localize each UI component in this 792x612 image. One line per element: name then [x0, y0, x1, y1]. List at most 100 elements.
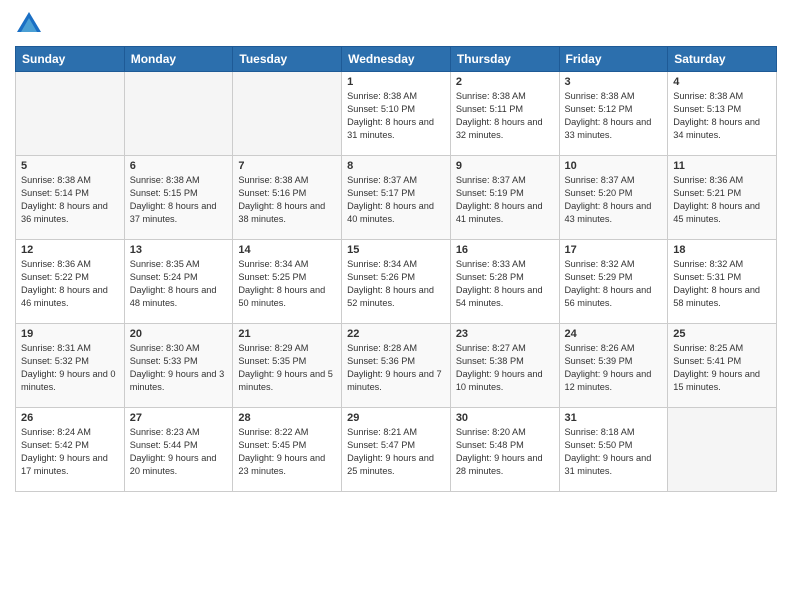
calendar-cell: 11 Sunrise: 8:36 AMSunset: 5:21 PMDayligh…: [668, 156, 777, 240]
day-of-week-header: Saturday: [668, 47, 777, 72]
day-number: 9: [456, 160, 554, 172]
cell-content: Sunrise: 8:38 AMSunset: 5:11 PMDaylight:…: [456, 90, 554, 142]
logo: [15, 10, 47, 38]
calendar-cell: 15 Sunrise: 8:34 AMSunset: 5:26 PMDayligh…: [342, 240, 451, 324]
calendar-cell: 12 Sunrise: 8:36 AMSunset: 5:22 PMDayligh…: [16, 240, 125, 324]
cell-content: Sunrise: 8:36 AMSunset: 5:22 PMDaylight:…: [21, 258, 119, 310]
day-number: 8: [347, 160, 445, 172]
calendar-cell: 28 Sunrise: 8:22 AMSunset: 5:45 PMDayligh…: [233, 408, 342, 492]
day-of-week-header: Wednesday: [342, 47, 451, 72]
day-number: 26: [21, 412, 119, 424]
day-number: 11: [673, 160, 771, 172]
calendar-week-row: 1 Sunrise: 8:38 AMSunset: 5:10 PMDaylight…: [16, 72, 777, 156]
calendar-cell: 8Sunrise: 8:37 AMSunset: 5:17 PMDaylight…: [342, 156, 451, 240]
cell-content: Sunrise: 8:18 AMSunset: 5:50 PMDaylight:…: [565, 426, 663, 478]
cell-content: Sunrise: 8:38 AMSunset: 5:10 PMDaylight:…: [347, 90, 445, 142]
day-of-week-header: Thursday: [450, 47, 559, 72]
day-number: 21: [238, 328, 336, 340]
day-of-week-header: Sunday: [16, 47, 125, 72]
logo-icon: [15, 10, 43, 38]
page: SundayMondayTuesdayWednesdayThursdayFrid…: [0, 0, 792, 612]
calendar-cell: 30Sunrise: 8:20 AMSunset: 5:48 PMDayligh…: [450, 408, 559, 492]
cell-content: Sunrise: 8:26 AMSunset: 5:39 PMDaylight:…: [565, 342, 663, 394]
day-number: 13: [130, 244, 228, 256]
calendar-cell: [668, 408, 777, 492]
cell-content: Sunrise: 8:34 AMSunset: 5:26 PMDaylight:…: [347, 258, 445, 310]
cell-content: Sunrise: 8:25 AMSunset: 5:41 PMDaylight:…: [673, 342, 771, 394]
day-number: 19: [21, 328, 119, 340]
cell-content: Sunrise: 8:36 AMSunset: 5:21 PMDaylight:…: [673, 174, 771, 226]
calendar-cell: [16, 72, 125, 156]
calendar-week-row: 5 Sunrise: 8:38 AMSunset: 5:14 PMDaylight…: [16, 156, 777, 240]
day-number: 3: [565, 76, 663, 88]
calendar-table: SundayMondayTuesdayWednesdayThursdayFrid…: [15, 46, 777, 492]
calendar-cell: [124, 72, 233, 156]
day-number: 18: [673, 244, 771, 256]
cell-content: Sunrise: 8:38 AMSunset: 5:14 PMDaylight:…: [21, 174, 119, 226]
day-number: 22: [347, 328, 445, 340]
header: [15, 10, 777, 38]
calendar-cell: 18Sunrise: 8:32 AMSunset: 5:31 PMDayligh…: [668, 240, 777, 324]
cell-content: Sunrise: 8:24 AMSunset: 5:42 PMDaylight:…: [21, 426, 119, 478]
calendar-cell: 31 Sunrise: 8:18 AMSunset: 5:50 PMDayligh…: [559, 408, 668, 492]
cell-content: Sunrise: 8:38 AMSunset: 5:12 PMDaylight:…: [565, 90, 663, 142]
day-number: 15: [347, 244, 445, 256]
day-number: 28: [238, 412, 336, 424]
day-number: 31: [565, 412, 663, 424]
day-number: 5: [21, 160, 119, 172]
cell-content: Sunrise: 8:21 AMSunset: 5:47 PMDaylight:…: [347, 426, 445, 478]
day-number: 29: [347, 412, 445, 424]
cell-content: Sunrise: 8:37 AMSunset: 5:19 PMDaylight:…: [456, 174, 554, 226]
cell-content: Sunrise: 8:31 AMSunset: 5:32 PMDaylight:…: [21, 342, 119, 394]
day-number: 7: [238, 160, 336, 172]
calendar-week-row: 19 Sunrise: 8:31 AMSunset: 5:32 PMDayligh…: [16, 324, 777, 408]
calendar-cell: 10Sunrise: 8:37 AMSunset: 5:20 PMDayligh…: [559, 156, 668, 240]
cell-content: Sunrise: 8:29 AMSunset: 5:35 PMDaylight:…: [238, 342, 336, 394]
calendar-cell: 23Sunrise: 8:27 AMSunset: 5:38 PMDayligh…: [450, 324, 559, 408]
calendar-cell: 9 Sunrise: 8:37 AMSunset: 5:19 PMDaylight…: [450, 156, 559, 240]
day-number: 20: [130, 328, 228, 340]
day-number: 1: [347, 76, 445, 88]
cell-content: Sunrise: 8:38 AMSunset: 5:15 PMDaylight:…: [130, 174, 228, 226]
cell-content: Sunrise: 8:22 AMSunset: 5:45 PMDaylight:…: [238, 426, 336, 478]
day-number: 25: [673, 328, 771, 340]
calendar-cell: 2 Sunrise: 8:38 AMSunset: 5:11 PMDaylight…: [450, 72, 559, 156]
cell-content: Sunrise: 8:32 AMSunset: 5:29 PMDaylight:…: [565, 258, 663, 310]
day-of-week-header: Monday: [124, 47, 233, 72]
cell-content: Sunrise: 8:38 AMSunset: 5:16 PMDaylight:…: [238, 174, 336, 226]
calendar-cell: 26 Sunrise: 8:24 AMSunset: 5:42 PMDayligh…: [16, 408, 125, 492]
calendar-cell: 17Sunrise: 8:32 AMSunset: 5:29 PMDayligh…: [559, 240, 668, 324]
day-number: 30: [456, 412, 554, 424]
calendar-cell: 3 Sunrise: 8:38 AMSunset: 5:12 PMDaylight…: [559, 72, 668, 156]
cell-content: Sunrise: 8:28 AMSunset: 5:36 PMDaylight:…: [347, 342, 445, 394]
calendar-cell: 1 Sunrise: 8:38 AMSunset: 5:10 PMDaylight…: [342, 72, 451, 156]
day-number: 2: [456, 76, 554, 88]
day-number: 23: [456, 328, 554, 340]
day-number: 14: [238, 244, 336, 256]
calendar-cell: 24 Sunrise: 8:26 AMSunset: 5:39 PMDayligh…: [559, 324, 668, 408]
day-of-week-header: Tuesday: [233, 47, 342, 72]
calendar-header-row: SundayMondayTuesdayWednesdayThursdayFrid…: [16, 47, 777, 72]
day-number: 12: [21, 244, 119, 256]
calendar-cell: 14Sunrise: 8:34 AMSunset: 5:25 PMDayligh…: [233, 240, 342, 324]
calendar-cell: 7 Sunrise: 8:38 AMSunset: 5:16 PMDaylight…: [233, 156, 342, 240]
calendar-cell: [233, 72, 342, 156]
calendar-cell: 4Sunrise: 8:38 AMSunset: 5:13 PMDaylight…: [668, 72, 777, 156]
day-number: 6: [130, 160, 228, 172]
calendar-cell: 29 Sunrise: 8:21 AMSunset: 5:47 PMDayligh…: [342, 408, 451, 492]
cell-content: Sunrise: 8:38 AMSunset: 5:13 PMDaylight:…: [673, 90, 771, 142]
cell-content: Sunrise: 8:23 AMSunset: 5:44 PMDaylight:…: [130, 426, 228, 478]
calendar-cell: 25 Sunrise: 8:25 AMSunset: 5:41 PMDayligh…: [668, 324, 777, 408]
calendar-cell: 22 Sunrise: 8:28 AMSunset: 5:36 PMDayligh…: [342, 324, 451, 408]
calendar-cell: 5 Sunrise: 8:38 AMSunset: 5:14 PMDaylight…: [16, 156, 125, 240]
day-number: 27: [130, 412, 228, 424]
cell-content: Sunrise: 8:35 AMSunset: 5:24 PMDaylight:…: [130, 258, 228, 310]
calendar-cell: 19 Sunrise: 8:31 AMSunset: 5:32 PMDayligh…: [16, 324, 125, 408]
calendar-cell: 21 Sunrise: 8:29 AMSunset: 5:35 PMDayligh…: [233, 324, 342, 408]
calendar-cell: 20Sunrise: 8:30 AMSunset: 5:33 PMDayligh…: [124, 324, 233, 408]
calendar-week-row: 12 Sunrise: 8:36 AMSunset: 5:22 PMDayligh…: [16, 240, 777, 324]
calendar-week-row: 26 Sunrise: 8:24 AMSunset: 5:42 PMDayligh…: [16, 408, 777, 492]
day-of-week-header: Friday: [559, 47, 668, 72]
day-number: 16: [456, 244, 554, 256]
day-number: 24: [565, 328, 663, 340]
